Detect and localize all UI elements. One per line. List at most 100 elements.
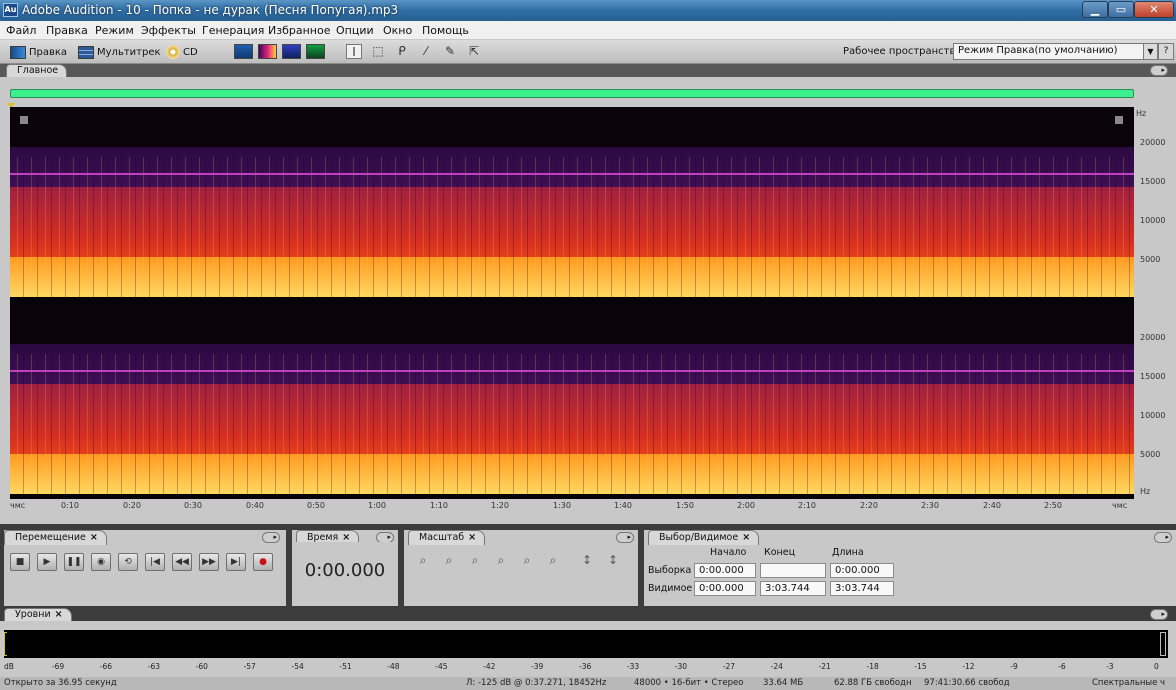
level-scale-tick: -33	[626, 662, 640, 671]
zoom-out-corner-icon[interactable]	[1115, 116, 1123, 124]
multitrack-view-button[interactable]: Мультитрек	[78, 44, 161, 60]
lasso-tool-icon[interactable]: ᑭ	[394, 44, 410, 59]
time-readout: 0:00.000	[292, 542, 398, 602]
zoom-out-vertical-icon[interactable]: ↕	[604, 552, 622, 568]
menu-edit[interactable]: Правка	[46, 24, 88, 37]
panel-menu-icon[interactable]: ▸	[262, 532, 280, 543]
zoom-in-vertical-icon[interactable]: ↕	[578, 552, 596, 568]
go-to-start-button[interactable]: |◀	[145, 553, 165, 571]
menu-options[interactable]: Опции	[336, 24, 374, 37]
close-icon[interactable]: ×	[742, 532, 750, 543]
tab-transport-label: Перемещение	[15, 532, 86, 543]
selection-length-field[interactable]: 0:00.000	[830, 563, 894, 578]
minimize-button[interactable]: ▁	[1082, 1, 1108, 18]
close-icon[interactable]: ×	[468, 532, 476, 543]
level-scale-tick: -51	[339, 662, 352, 671]
spectral-display[interactable]	[10, 107, 1134, 499]
view-start-field[interactable]: 0:00.000	[694, 581, 756, 596]
transport-panel: Перемещение × ▸ ■ ▶ ❚❚ ◉ ⟲ |◀ ◀◀ ▶▶ ▶| ●	[4, 530, 286, 606]
workspace-select[interactable]: Режим Правка(по умолчанию) ▼	[953, 43, 1158, 60]
close-icon[interactable]: ×	[90, 532, 98, 543]
spectral-phase-icon[interactable]	[306, 44, 325, 59]
level-scale-tick: -21	[818, 662, 831, 671]
view-length-field[interactable]: 3:03.744	[830, 581, 894, 596]
time-ruler[interactable]: чмс 0:10 0:20 0:30 0:40 0:50 1:00 1:10 1…	[10, 499, 1134, 511]
panel-menu-icon[interactable]: ▸	[1150, 65, 1168, 76]
brush-tool-icon[interactable]: ⁄	[418, 44, 434, 59]
freq-unit-label: Hz	[1136, 109, 1147, 118]
time-panel: Время × ▸ 0:00.000	[292, 530, 398, 606]
level-scale-tick: -12	[962, 662, 975, 671]
status-cursor: Л: -125 dB @ 0:37.271, 18452Hz	[466, 678, 607, 688]
panel-menu-icon[interactable]: ▸	[616, 532, 634, 543]
level-scale-tick: -15	[914, 662, 927, 671]
level-scale-tick: -66	[99, 662, 113, 671]
fast-forward-button[interactable]: ▶▶	[199, 553, 219, 571]
menu-favorites[interactable]: Избранное	[268, 24, 330, 37]
menu-view[interactable]: Режим	[95, 24, 134, 37]
spectral-pan-icon[interactable]	[282, 44, 301, 59]
tab-transport[interactable]: Перемещение ×	[4, 530, 107, 545]
zoom-left-edge-icon[interactable]: ⌕	[518, 552, 536, 568]
column-length-label: Длина	[832, 547, 864, 558]
panel-menu-icon[interactable]: ▸	[1154, 532, 1172, 543]
record-button[interactable]: ●	[253, 553, 273, 571]
panel-menu-icon[interactable]: ▸	[1150, 609, 1168, 620]
pause-button[interactable]: ❚❚	[64, 553, 84, 571]
go-to-end-button[interactable]: ▶|	[226, 553, 246, 571]
zoom-in-corner-icon[interactable]	[20, 116, 28, 124]
workspace-options-button[interactable]: ?	[1158, 43, 1174, 60]
move-tool-icon[interactable]: ⇱	[466, 44, 482, 59]
channel-right[interactable]	[10, 304, 1134, 494]
time-tick: 1:30	[553, 501, 571, 510]
cd-view-button[interactable]: CD	[166, 44, 198, 60]
freq-tick: 20000	[1140, 333, 1166, 342]
menu-help[interactable]: Помощь	[422, 24, 469, 37]
level-scale-tick: -57	[243, 662, 256, 671]
level-meter	[4, 630, 1168, 658]
play-button[interactable]: ▶	[37, 553, 57, 571]
status-opened: Открыто за 36.95 секунд	[4, 678, 117, 688]
tab-main[interactable]: Главное	[6, 64, 68, 77]
status-free-space: 62.88 ГБ свободн	[834, 678, 912, 688]
zoom-out-amplitude-icon[interactable]: ⌕	[440, 552, 458, 568]
close-icon[interactable]: ×	[55, 609, 63, 620]
zoom-right-edge-icon[interactable]: ⌕	[544, 552, 562, 568]
menu-effects[interactable]: Эффекты	[141, 24, 196, 37]
tab-selection-view-label: Выбор/Видимое	[659, 532, 739, 543]
time-selection-tool-icon[interactable]: I	[346, 44, 362, 59]
window-title: Adobe Audition - 10 - Попка - не дурак (…	[22, 3, 399, 17]
zoom-in-amplitude-icon[interactable]: ⌕	[414, 552, 432, 568]
level-scale-tick: -27	[722, 662, 735, 671]
menu-file[interactable]: Файл	[6, 24, 36, 37]
overview-bar[interactable]	[10, 89, 1134, 98]
tab-zoom[interactable]: Масштаб ×	[408, 530, 486, 545]
channel-left[interactable]	[10, 107, 1134, 297]
maximize-button[interactable]: ▭	[1108, 1, 1134, 18]
stop-button[interactable]: ■	[10, 553, 30, 571]
waveform-view-icon[interactable]	[234, 44, 253, 59]
time-tick: 2:40	[983, 501, 1001, 510]
close-button[interactable]: ✕	[1134, 1, 1174, 18]
row-view-label: Видимое	[648, 583, 693, 594]
zoom-out-full-icon[interactable]: ⌕	[466, 552, 484, 568]
title-bar: Au Adobe Audition - 10 - Попка - не дура…	[0, 0, 1176, 21]
selection-start-field[interactable]: 0:00.000	[694, 563, 756, 578]
menu-generate[interactable]: Генерация	[202, 24, 264, 37]
view-end-field[interactable]: 3:03.744	[760, 581, 826, 596]
zoom-to-selection-icon[interactable]: ⌕	[492, 552, 510, 568]
loop-button[interactable]: ⟲	[118, 553, 138, 571]
spectral-frequency-icon[interactable]	[258, 44, 277, 59]
spot-healing-tool-icon[interactable]: ✎	[442, 44, 458, 59]
time-tick: 0:30	[184, 501, 202, 510]
tab-selection-view[interactable]: Выбор/Видимое ×	[648, 530, 760, 545]
edit-view-button[interactable]: Правка	[10, 44, 67, 60]
tab-zoom-label: Масштаб	[419, 532, 465, 543]
tab-levels[interactable]: Уровни ×	[4, 608, 72, 621]
rewind-button[interactable]: ◀◀	[172, 553, 192, 571]
play-from-cursor-button[interactable]: ◉	[91, 553, 111, 571]
row-selection-label: Выборка	[648, 565, 692, 576]
marquee-tool-icon[interactable]: ⬚	[370, 44, 386, 59]
selection-end-field[interactable]	[760, 563, 826, 578]
menu-window[interactable]: Окно	[383, 24, 412, 37]
